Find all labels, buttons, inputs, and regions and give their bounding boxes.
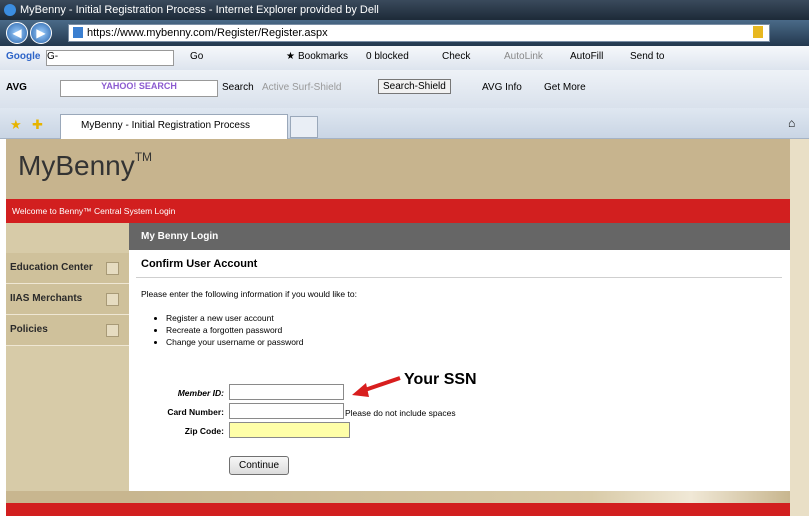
sidebar-item-label: Policies [10, 324, 48, 335]
zip-code-field[interactable] [229, 422, 350, 438]
list-item: Register a new user account [166, 312, 304, 324]
login-header-text: My Benny Login [141, 231, 219, 242]
send-to-button[interactable]: Send to [630, 51, 664, 62]
address-bar-row: ◀ ▶ https://www.mybenny.com/Register/Reg… [0, 20, 809, 46]
intro-text: Please enter the following information i… [141, 289, 357, 299]
bookmarks-button[interactable]: Bookmarks [298, 51, 348, 62]
favorites-star-icon[interactable]: ★ [10, 117, 22, 133]
google-search-box[interactable]: G- [46, 50, 174, 66]
site-logo: MyBennyTM [18, 150, 152, 182]
section-title: Confirm User Account [141, 258, 258, 270]
page-icon [73, 27, 83, 38]
expand-icon[interactable] [106, 324, 119, 337]
autolink-button[interactable]: AutoLink [504, 51, 543, 62]
get-more-button[interactable]: Get More [544, 82, 586, 93]
avg-search-button[interactable]: Search [222, 82, 254, 93]
go-button[interactable]: Go [190, 51, 203, 62]
card-number-note: Please do not include spaces [345, 408, 456, 418]
window-title-bar: MyBenny - Initial Registration Process -… [0, 0, 809, 20]
google-search-prefix: G- [47, 51, 59, 62]
lock-icon[interactable] [753, 26, 763, 38]
options-list: Register a new user account Recreate a f… [154, 312, 304, 348]
autofill-button[interactable]: AutoFill [570, 51, 603, 62]
zip-code-label: Zip Code: [184, 426, 224, 436]
forward-button[interactable]: ▶ [30, 22, 52, 44]
right-strip [790, 139, 809, 516]
back-button[interactable]: ◀ [6, 22, 28, 44]
sidebar-item-label: Education Center [10, 262, 93, 273]
check-button[interactable]: Check [442, 51, 470, 62]
new-tab-button[interactable] [290, 116, 318, 138]
window-title: MyBenny - Initial Registration Process -… [20, 4, 379, 16]
expand-icon[interactable] [106, 262, 119, 275]
avg-info-button[interactable]: AVG Info [482, 82, 522, 93]
footer-left [6, 491, 129, 503]
google-logo[interactable]: Google [6, 51, 40, 62]
divider [136, 277, 782, 278]
card-number-label: Card Number: [167, 407, 224, 417]
footer-band [129, 491, 790, 503]
sidebar-item-policies[interactable]: Policies [6, 315, 129, 346]
list-item: Change your username or password [166, 336, 304, 348]
tab-mybenny[interactable]: MyBenny - Initial Registration Process [60, 114, 288, 139]
yahoo-search-box[interactable]: YAHOO! SEARCH [60, 80, 218, 97]
logo-text: MyBenny [18, 150, 135, 181]
login-header: My Benny Login [129, 223, 790, 250]
url-text: https://www.mybenny.com/Register/Registe… [87, 27, 328, 39]
google-toolbar: Google G- Go ★ Bookmarks 0 blocked Check… [0, 46, 809, 71]
logo-tm: TM [134, 150, 153, 164]
search-shield-button[interactable]: Search-Shield [378, 79, 451, 94]
blocked-button[interactable]: 0 blocked [366, 51, 409, 62]
avg-toolbar: AVG YAHOO! SEARCH Search Active Surf-Shi… [0, 70, 809, 109]
expand-icon[interactable] [106, 293, 119, 306]
welcome-bar: Welcome to Benny™ Central System Login [6, 199, 790, 223]
welcome-text: Welcome to Benny™ Central System Login [12, 206, 176, 216]
ie-icon [4, 4, 16, 16]
star-icon[interactable]: ★ [286, 51, 295, 62]
add-favorites-icon[interactable]: ✚ [32, 117, 43, 133]
member-id-label: Member ID: [177, 388, 224, 398]
avg-button[interactable]: AVG [6, 82, 27, 93]
tab-title: MyBenny - Initial Registration Process [81, 120, 250, 131]
annotation-arrow-icon [352, 376, 401, 397]
member-id-field[interactable] [229, 384, 344, 400]
footer-red-bar [6, 503, 790, 516]
annotation-text: Your SSN [404, 371, 477, 388]
continue-button[interactable]: Continue [229, 456, 289, 475]
card-number-field[interactable] [229, 403, 344, 419]
home-icon[interactable]: ⌂ [788, 116, 795, 130]
sidebar-item-iias-merchants[interactable]: IIAS Merchants [6, 284, 129, 315]
sidebar-item-label: IIAS Merchants [10, 293, 83, 304]
list-item: Recreate a forgotten password [166, 324, 304, 336]
sidebar-item-education-center[interactable]: Education Center [6, 253, 129, 284]
active-surf-shield-button[interactable]: Active Surf-Shield [262, 82, 341, 93]
url-field[interactable]: https://www.mybenny.com/Register/Registe… [68, 24, 770, 42]
tab-bar: ★ ✚ MyBenny - Initial Registration Proce… [0, 108, 809, 139]
